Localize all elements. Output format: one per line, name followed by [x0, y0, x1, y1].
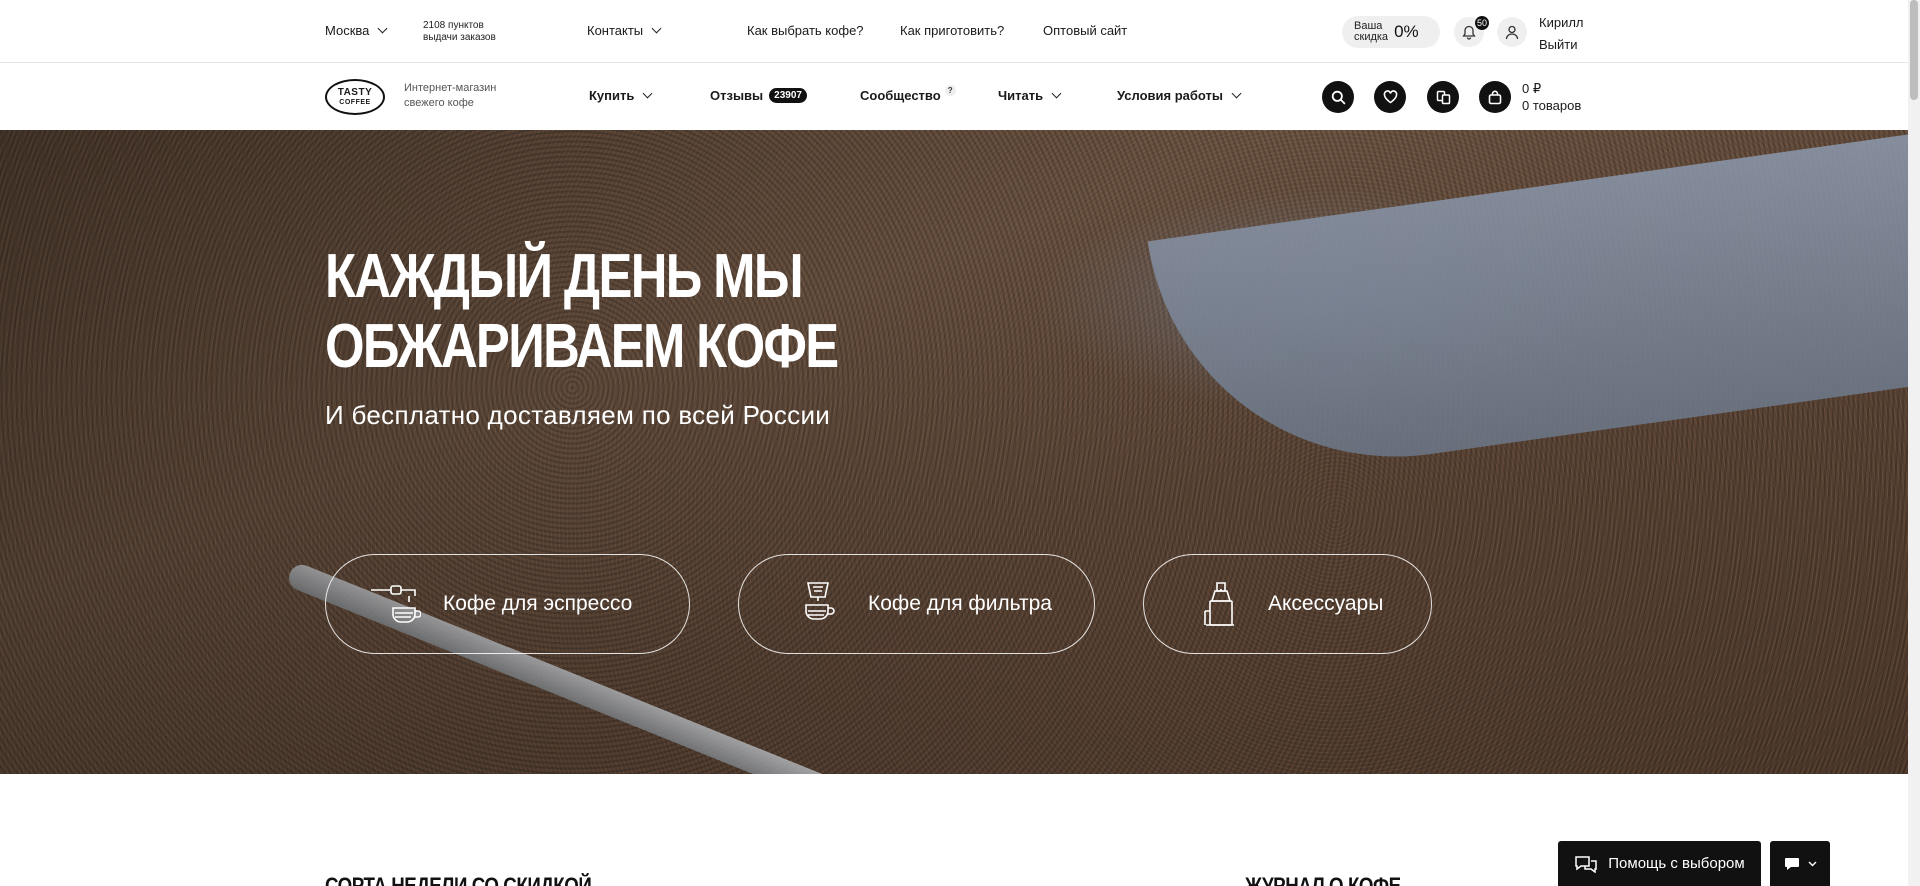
compare-icon [1436, 90, 1450, 104]
bag-icon [1488, 90, 1502, 104]
link-how-to-choose[interactable]: Как выбрать кофе? [747, 23, 864, 38]
tagline: Интернет-магазин свежего кофе [404, 81, 496, 111]
logo-text-top: TASTY [337, 86, 373, 98]
logout-link[interactable]: Выйти [1539, 34, 1584, 56]
chevron-down-icon [642, 88, 653, 99]
nav-community-label: Сообщество [860, 88, 941, 103]
chat-icon [1784, 857, 1799, 870]
category-filter-label: Кофе для фильтра [868, 592, 1052, 615]
contacts-label: Контакты [587, 23, 644, 38]
category-filter-button[interactable]: Кофе для фильтра [738, 554, 1095, 654]
category-espresso-label: Кофе для эспрессо [443, 592, 633, 615]
chevron-down-icon [1051, 88, 1062, 99]
hero-title-line2: обжариваем кофе [325, 312, 839, 381]
dripper-icon [794, 580, 846, 628]
help-hint-icon[interactable]: ? [944, 85, 956, 96]
chevron-down-icon [1808, 861, 1816, 866]
grinder-icon [1194, 580, 1246, 628]
category-accessories-button[interactable]: Аксессуары [1143, 554, 1432, 654]
coffee-journal-title: Журнал о кофе [1245, 873, 1401, 886]
contacts-dropdown[interactable]: Контакты [587, 23, 662, 38]
nav-buy-label: Купить [589, 88, 635, 103]
logo-text-bottom: COFFEE [339, 98, 371, 106]
nav-reviews[interactable]: Отзывы 23907 [710, 88, 807, 103]
hero-subtitle: И бесплатно доставляем по всей России [325, 400, 831, 430]
discount-label-line2: скидка [1354, 31, 1389, 43]
reviews-count-badge: 23907 [769, 88, 807, 103]
nav-community[interactable]: Сообщество ? [860, 85, 956, 103]
category-accessories-label: Аксессуары [1268, 592, 1384, 615]
cart-summary[interactable]: 0 ₽ 0 товаров [1522, 80, 1581, 114]
user-icon [1505, 25, 1519, 39]
cart-sum: 0 ₽ [1522, 81, 1542, 96]
heart-icon [1383, 90, 1397, 104]
chevron-down-icon [1231, 88, 1242, 99]
pickup-points-count: 2108 пунктов [423, 20, 484, 31]
category-espresso-button[interactable]: Кофе для эспрессо [325, 554, 690, 654]
city-selector[interactable]: Москва [325, 23, 388, 38]
chevron-down-icon [377, 23, 388, 34]
pickup-points-link[interactable]: 2108 пунктов выдачи заказов [423, 20, 496, 44]
nav-read-label: Читать [998, 88, 1044, 103]
discount-pill[interactable]: Ваша скидка 0% [1342, 16, 1440, 48]
search-button[interactable] [1322, 81, 1354, 113]
nav-terms[interactable]: Условия работы [1117, 88, 1242, 103]
tagline-line2: свежего кофе [404, 97, 474, 109]
link-wholesale[interactable]: Оптовый сайт [1043, 23, 1127, 38]
notifications-badge: 50 [1475, 16, 1490, 30]
main-nav: TASTY COFFEE Интернет-магазин свежего ко… [0, 64, 1908, 130]
scrollbar-thumb[interactable] [1910, 0, 1918, 100]
cart-button[interactable] [1479, 81, 1511, 113]
nav-terms-label: Условия работы [1117, 88, 1223, 103]
chat-bubbles-icon [1575, 855, 1598, 873]
user-name[interactable]: Кирилл [1539, 12, 1584, 34]
hero-overlay [0, 130, 1908, 774]
bell-icon [1462, 25, 1476, 40]
discount-label: Ваша скидка [1354, 21, 1388, 43]
chevron-down-icon [651, 23, 662, 34]
logo[interactable]: TASTY COFFEE [325, 79, 385, 115]
hero-banner: Каждый день мы обжариваем кофе И бесплат… [0, 130, 1908, 774]
tagline-line1: Интернет-магазин [404, 82, 497, 94]
chat-widget-button[interactable] [1770, 841, 1830, 886]
pickup-points-label: выдачи заказов [423, 32, 496, 43]
page-scrollbar[interactable] [1908, 0, 1920, 886]
hero-title: Каждый день мы обжариваем кофе [325, 242, 839, 382]
user-menu: Кирилл Выйти [1539, 12, 1584, 56]
help-choose-label: Помощь с выбором [1608, 855, 1745, 872]
top-bar: Москва 2108 пунктов выдачи заказов Конта… [0, 0, 1908, 63]
help-choose-button[interactable]: Помощь с выбором [1558, 841, 1761, 886]
nav-read[interactable]: Читать [998, 88, 1062, 103]
hero-title-line1: Каждый день мы [325, 242, 804, 311]
profile-button[interactable] [1497, 17, 1527, 47]
nav-reviews-label: Отзывы [710, 88, 764, 103]
weekly-deals-title: Сорта недели со скидкой [325, 873, 592, 886]
link-how-to-brew[interactable]: Как приготовить? [900, 23, 1004, 38]
compare-button[interactable] [1427, 81, 1459, 113]
nav-buy[interactable]: Купить [589, 88, 653, 103]
discount-value: 0% [1394, 22, 1419, 41]
favorites-button[interactable] [1374, 81, 1406, 113]
espresso-machine-icon [369, 580, 421, 628]
search-icon [1331, 90, 1345, 104]
city-label: Москва [325, 23, 370, 38]
cart-items: 0 товаров [1522, 98, 1582, 113]
